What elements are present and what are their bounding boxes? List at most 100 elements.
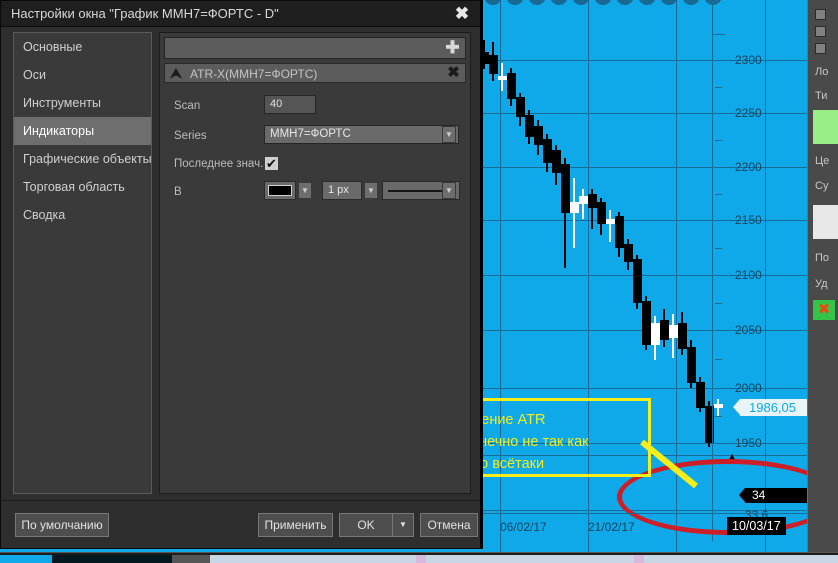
line-color-picker[interactable] — [264, 181, 296, 200]
date-tick-label: 06/02/17 — [500, 520, 547, 534]
last-value-label: Последнее знач. — [174, 158, 264, 170]
candlestick — [569, 0, 579, 460]
candlestick — [677, 0, 687, 460]
apply-button[interactable]: Применить — [258, 513, 333, 537]
price-tick-label: 2250 — [735, 106, 762, 120]
checkbox-2[interactable] — [815, 26, 826, 37]
sidebar-item-svodka[interactable]: Сводка — [14, 201, 151, 229]
chevron-down-icon[interactable]: ▼ — [442, 182, 456, 199]
candle-body — [533, 125, 543, 146]
dialog-title: Настройки окна "График MMH7=ФОРТС - D" — [11, 6, 279, 21]
chevron-down-icon[interactable]: ▼ — [364, 182, 378, 199]
candle-body — [632, 259, 642, 303]
sidebar-item-graf-objekty[interactable]: Графические объекты — [14, 145, 152, 173]
candle-body — [560, 163, 570, 214]
dialog-titlebar[interactable]: Настройки окна "График MMH7=ФОРТС - D" ✖ — [1, 1, 480, 27]
dialog-content-pane: ✚ ⮝ ATR-X(MMH7=ФОРТС) ✖ Scan 40 Series M… — [159, 32, 471, 494]
taskbar-item-8[interactable] — [644, 555, 838, 563]
last-value-checkbox[interactable]: ✔ — [264, 156, 279, 171]
right-side-panel[interactable]: Ло Ти Це Су По Уд ✖ — [807, 0, 838, 552]
taskbar-item-2[interactable] — [52, 555, 172, 563]
close-icon[interactable]: ✖ — [452, 4, 472, 24]
sidebar-item-instrumenty[interactable]: Инструменты — [14, 89, 151, 117]
field-row-scan: Scan 40 — [174, 93, 470, 123]
sidebar-item-osi[interactable]: Оси — [14, 61, 151, 89]
panel-label-lo: Ло — [815, 66, 829, 78]
candle-body — [596, 202, 606, 225]
candlestick — [560, 0, 570, 460]
candle-body — [605, 218, 615, 225]
candle-body — [659, 320, 669, 341]
line-width-select[interactable]: 1 px — [322, 181, 362, 200]
indicator-header[interactable]: ⮝ ATR-X(MMH7=ФОРТС) ✖ — [164, 63, 466, 83]
candle-body — [497, 76, 507, 80]
chevron-down-icon[interactable]: ▼ — [392, 513, 414, 537]
chevron-down-icon[interactable]: ▼ — [298, 182, 312, 199]
plus-icon[interactable]: ✚ — [444, 39, 461, 57]
candlestick — [551, 0, 561, 460]
sidebar-item-indikatory[interactable]: Индикаторы — [14, 117, 151, 145]
price-tick-minor — [715, 193, 722, 195]
candle-wick — [573, 178, 575, 249]
chevron-down-icon[interactable]: ▼ — [442, 126, 456, 143]
price-tick-minor — [715, 415, 722, 417]
taskbar-item-1[interactable] — [0, 555, 52, 563]
dialog-nav-list[interactable]: Основные Оси Инструменты Индикаторы Граф… — [13, 32, 152, 494]
field-row-series: Series MMH7=ФОРТС ▼ — [174, 123, 470, 153]
scissors-icon[interactable]: ✖ — [813, 300, 835, 320]
price-tick — [713, 60, 725, 61]
sidebar-item-osnovnye[interactable]: Основные — [14, 33, 151, 61]
indicator-add-bar[interactable]: ✚ — [164, 37, 466, 59]
checkbox-1[interactable] — [815, 9, 826, 20]
taskbar-item-5[interactable] — [416, 555, 426, 563]
price-tick-label: 2050 — [735, 323, 762, 337]
candlestick — [686, 0, 696, 460]
candle-wick — [609, 209, 611, 242]
price-tick — [713, 34, 725, 35]
candle-body — [551, 149, 561, 173]
candlestick — [497, 0, 507, 460]
white-color-swatch[interactable] — [813, 205, 838, 239]
green-color-swatch[interactable] — [813, 110, 838, 144]
close-icon[interactable]: ✖ — [446, 65, 461, 81]
price-tick — [713, 167, 725, 168]
cancel-button[interactable]: Отмена — [420, 513, 478, 537]
taskbar-item-3[interactable] — [172, 555, 210, 563]
candle-body — [614, 216, 624, 249]
checkbox-3[interactable] — [815, 43, 826, 54]
candlestick — [542, 0, 552, 460]
candle-body — [524, 114, 534, 137]
date-tick-label: 21/02/17 — [588, 520, 635, 534]
taskbar-item-6[interactable] — [426, 555, 634, 563]
taskbar-item-4[interactable] — [210, 555, 416, 563]
defaults-button[interactable]: По умолчанию — [15, 513, 109, 537]
candle-body — [515, 97, 525, 117]
price-tick-minor — [715, 247, 722, 249]
taskbar[interactable] — [0, 552, 838, 563]
b-label: B — [174, 186, 182, 198]
taskbar-item-7[interactable] — [634, 555, 644, 563]
candle-body — [686, 346, 696, 383]
candlestick — [668, 0, 678, 460]
annotation-arrow — [640, 440, 698, 489]
series-select[interactable]: MMH7=ФОРТС — [264, 125, 459, 144]
candle-body — [488, 54, 498, 75]
chevron-up-icon[interactable]: ⮝ — [168, 65, 184, 81]
candlestick — [578, 0, 588, 460]
candlestick — [524, 0, 534, 460]
ok-button[interactable]: OK — [339, 513, 392, 537]
field-row-last-value: Последнее знач. ✔ — [174, 153, 470, 179]
panel-label-ce: Це — [815, 155, 830, 167]
panel-label-ud: Уд — [815, 278, 828, 290]
candle-body — [506, 73, 516, 100]
series-label: Series — [174, 130, 207, 142]
price-tick — [713, 275, 725, 276]
candlestick — [587, 0, 597, 460]
scan-input[interactable]: 40 — [264, 95, 316, 114]
candle-body — [668, 324, 678, 338]
sidebar-item-torg-oblast[interactable]: Торговая область — [14, 173, 151, 201]
price-tick-label: 2100 — [735, 268, 762, 282]
price-tick-minor — [715, 359, 722, 360]
color-swatch — [268, 185, 292, 196]
candle-body — [641, 300, 651, 345]
